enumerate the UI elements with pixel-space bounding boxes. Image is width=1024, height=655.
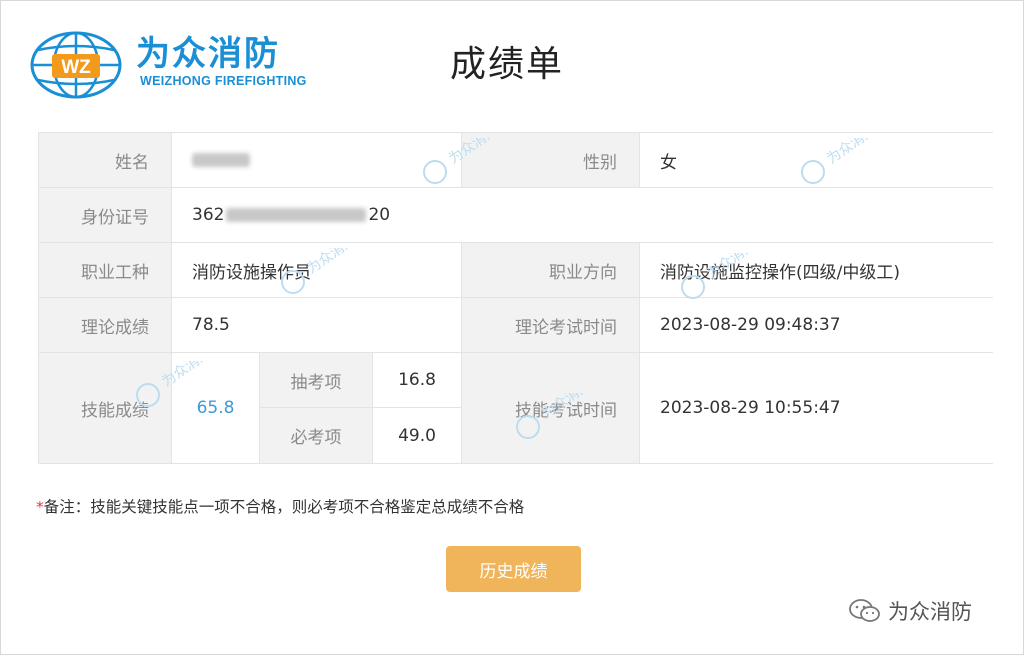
gender-value: 女 xyxy=(640,133,993,188)
wechat-icon xyxy=(849,599,880,622)
remark-note: *备注：技能关键技能点一项不合格，则必考项不合格鉴定总成绩不合格 xyxy=(36,495,524,517)
direction-label: 职业方向 xyxy=(462,243,640,298)
theory-score-label: 理论成绩 xyxy=(39,298,172,353)
brand-logo: WZ 为众消防 WEIZHONG FIREFIGHTING xyxy=(28,30,318,100)
sample-item-label: 抽考项 xyxy=(260,353,373,408)
skill-time-label: 技能考试时间 xyxy=(462,353,640,463)
logo-chinese-text: 为众消防 xyxy=(136,34,280,74)
globe-logo-icon: WZ xyxy=(30,31,122,99)
id-value: 362 20 xyxy=(172,188,993,243)
history-scores-button[interactable]: 历史成绩 xyxy=(446,546,581,592)
required-item-value: 49.0 xyxy=(373,408,462,463)
skill-time-value: 2023-08-29 10:55:47 xyxy=(640,353,993,463)
name-value xyxy=(172,133,462,188)
theory-time-value: 2023-08-29 09:48:37 xyxy=(640,298,993,353)
required-item-label: 必考项 xyxy=(260,408,373,463)
gender-label: 性别 xyxy=(462,133,640,188)
footer-brand: 为众消防 xyxy=(888,600,972,624)
name-label: 姓名 xyxy=(39,133,172,188)
logo-english-text: WEIZHONG FIREFIGHTING xyxy=(140,74,307,88)
occupation-value: 消防设施操作员 xyxy=(172,243,462,298)
page-title: 成绩单 xyxy=(450,44,565,85)
theory-time-label: 理论考试时间 xyxy=(462,298,640,353)
theory-score-value: 78.5 xyxy=(172,298,462,353)
redacted-name xyxy=(192,153,250,167)
svg-text:WZ: WZ xyxy=(61,57,91,78)
skill-score-label: 技能成绩 xyxy=(39,353,172,463)
sample-item-value: 16.8 xyxy=(373,353,462,408)
skill-score-value: 65.8 xyxy=(172,353,260,463)
occupation-label: 职业工种 xyxy=(39,243,172,298)
remark-text: 备注：技能关键技能点一项不合格，则必考项不合格鉴定总成绩不合格 xyxy=(43,498,525,516)
required-star: * xyxy=(36,498,44,516)
direction-value: 消防设施监控操作(四级/中级工) xyxy=(640,243,993,298)
id-prefix: 362 xyxy=(192,205,225,225)
id-label: 身份证号 xyxy=(39,188,172,243)
id-suffix: 20 xyxy=(368,205,391,225)
redacted-id xyxy=(226,208,367,222)
wechat-footer: 为众消防 xyxy=(848,596,972,626)
score-table: 姓名 性别 女 身份证号 362 20 职业工种 消防设施操作员 职业方向 消防… xyxy=(38,132,993,464)
